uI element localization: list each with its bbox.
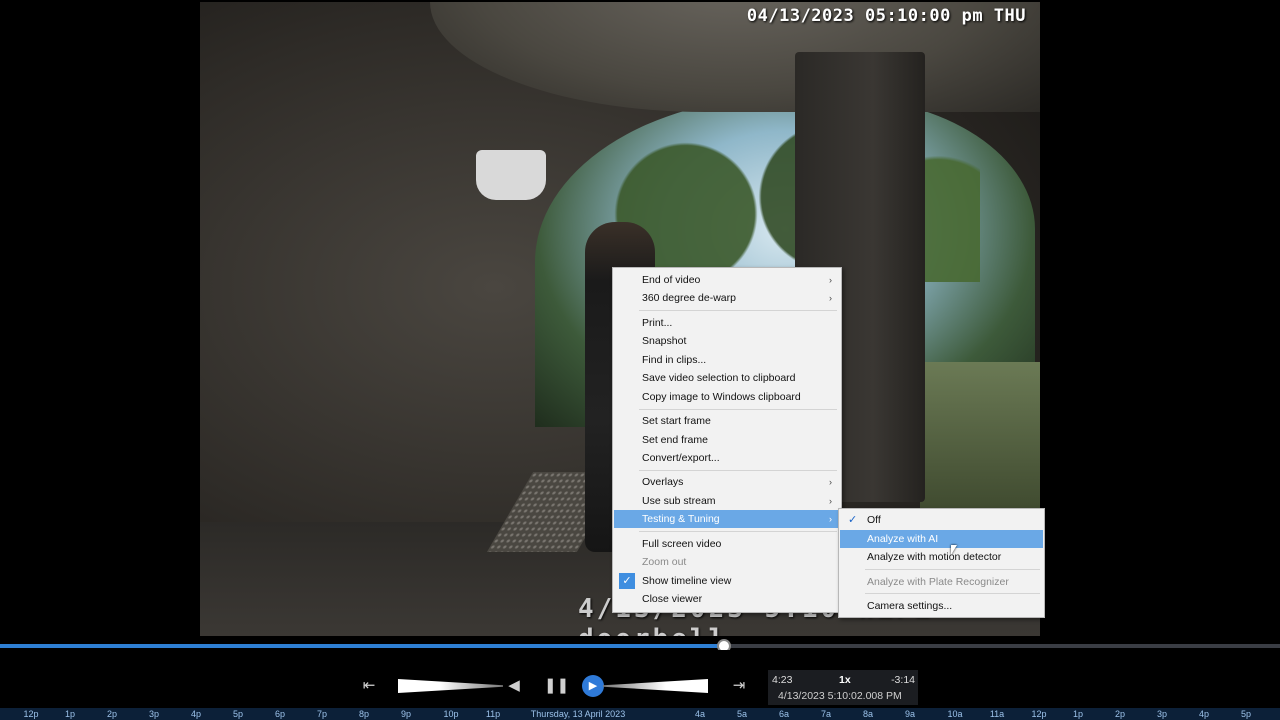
- menu-item-full-screen[interactable]: Full screen video: [614, 535, 840, 553]
- submenu-item-camera-settings[interactable]: Camera settings...: [840, 597, 1043, 615]
- timeline-tick-label: 4p: [190, 709, 202, 719]
- timeline-tick-label: 7a: [820, 709, 832, 719]
- menu-item-set-start-frame[interactable]: Set start frame: [614, 412, 840, 430]
- timeline-tick-label: 12p: [23, 709, 39, 719]
- step-back-icon[interactable]: ◀: [505, 678, 523, 694]
- remaining-time: -3:14: [891, 674, 915, 686]
- submenu-item-label: Off: [867, 514, 881, 526]
- timeline-tick-label: 11a: [989, 709, 1005, 719]
- pause-icon[interactable]: ❚❚: [544, 678, 569, 694]
- timeline-tick-label: 3p: [148, 709, 160, 719]
- menu-item-convert-export[interactable]: Convert/export...: [614, 449, 840, 467]
- timeline-tick-label: 8a: [862, 709, 874, 719]
- play-button[interactable]: ▶: [582, 675, 604, 697]
- mouse-cursor-icon: [951, 545, 957, 555]
- timeline-tick-label: 10a: [947, 709, 963, 719]
- menu-item-overlays[interactable]: Overlays ›: [614, 473, 840, 491]
- jump-to-end-icon[interactable]: ⇥: [730, 678, 748, 694]
- video-timestamp: 04/13/2023 05:10:00 pm THU: [746, 6, 1026, 26]
- timeline-tick-label: 6p: [274, 709, 286, 719]
- menu-item-close-viewer[interactable]: Close viewer: [614, 590, 840, 608]
- timeline-tick-label: 12p: [1031, 709, 1047, 719]
- timeline-tick-label: 9p: [400, 709, 412, 719]
- menu-separator: [639, 409, 837, 410]
- timeline-tick-label: 1p: [1072, 709, 1084, 719]
- timeline-tick-label: 2p: [106, 709, 118, 719]
- jump-to-start-icon[interactable]: ⇤: [360, 678, 378, 694]
- menu-item-testing-tuning[interactable]: Testing & Tuning ›: [614, 510, 840, 528]
- progress-fill: [0, 644, 725, 648]
- current-datetime: 4/13/2023 5:10:02.008 PM: [778, 690, 902, 702]
- submenu-item-analyze-plate: Analyze with Plate Recognizer: [867, 576, 1009, 588]
- timeline-tick-label: 3p: [1156, 709, 1168, 719]
- check-icon: ✓: [848, 514, 858, 526]
- elapsed-time: 4:23: [772, 674, 793, 686]
- menu-item-zoom-out: Zoom out: [642, 556, 687, 568]
- menu-item-save-selection[interactable]: Save video selection to clipboard: [614, 369, 840, 387]
- timeline-tick-label: 5a: [736, 709, 748, 719]
- timeline-tick-label: 6a: [778, 709, 790, 719]
- menu-item-dewarp[interactable]: 360 degree de-warp ›: [614, 289, 840, 307]
- menu-separator: [639, 470, 837, 471]
- timeline-bar[interactable]: 12p 1p 2p 3p 4p 5p 6p 7p 8p 9p 10p 11p Thursday, 13 …: [0, 708, 1280, 720]
- timeline-tick-label: 5p: [1240, 709, 1252, 719]
- time-display: 4:23 1x -3:14 4/13/2023 5:10:02.008 PM: [768, 670, 918, 705]
- timeline-tick-label: 4a: [694, 709, 706, 719]
- menu-item-find-in-clips[interactable]: Find in clips...: [614, 351, 840, 369]
- menu-item-copy-image[interactable]: Copy image to Windows clipboard: [614, 388, 840, 406]
- timeline-tick-label: 1p: [64, 709, 76, 719]
- menu-item-label: Testing & Tuning: [642, 513, 720, 525]
- menu-item-label: 360 degree de-warp: [642, 292, 736, 304]
- menu-separator: [865, 569, 1040, 570]
- timeline-tick-label: Thursday, 13 April 2023: [530, 709, 626, 719]
- menu-item-label: Use sub stream: [642, 495, 716, 507]
- timeline-tick-label: 8p: [358, 709, 370, 719]
- menu-separator: [639, 310, 837, 311]
- menu-separator: [865, 593, 1040, 594]
- chevron-right-icon: ›: [829, 514, 832, 524]
- video-lawn: [920, 362, 1040, 512]
- chevron-right-icon: ›: [829, 496, 832, 506]
- menu-item-snapshot[interactable]: Snapshot: [614, 332, 840, 350]
- timeline-tick-label: 7p: [316, 709, 328, 719]
- menu-item-print[interactable]: Print...: [614, 314, 840, 332]
- menu-item-end-of-video[interactable]: End of video ›: [614, 271, 840, 289]
- menu-item-label: End of video: [642, 274, 701, 286]
- context-menu: End of video › 360 degree de-warp › Print.…: [612, 267, 842, 613]
- timeline-tick-label: 2p: [1114, 709, 1126, 719]
- timeline-tick-label: 9a: [904, 709, 916, 719]
- playback-speed[interactable]: 1x: [839, 674, 851, 686]
- testing-tuning-submenu: ✓ Off Analyze with AI Analyze with motion…: [838, 508, 1045, 618]
- playback-progress-bar[interactable]: [0, 639, 1280, 653]
- submenu-item-analyze-motion[interactable]: Analyze with motion detector: [840, 548, 1043, 566]
- playback-controls: [0, 650, 1280, 706]
- menu-item-set-end-frame[interactable]: Set end frame: [614, 431, 840, 449]
- menu-item-show-timeline[interactable]: ✓ Show timeline view: [614, 572, 840, 590]
- timeline-tick-label: 5p: [232, 709, 244, 719]
- submenu-item-off[interactable]: ✓ Off: [840, 511, 1043, 529]
- chevron-right-icon: ›: [829, 293, 832, 303]
- menu-item-label: Overlays: [642, 476, 684, 488]
- security-camera: [476, 150, 546, 200]
- submenu-item-analyze-ai[interactable]: Analyze with AI: [840, 530, 1043, 548]
- chevron-right-icon: ›: [829, 275, 832, 285]
- check-icon: ✓: [619, 573, 635, 589]
- timeline-tick-label: 10p: [443, 709, 459, 719]
- menu-item-label: Show timeline view: [642, 575, 732, 587]
- chevron-right-icon: ›: [829, 477, 832, 487]
- timeline-tick-label: 11p: [485, 709, 501, 719]
- timeline-tick-label: 4p: [1198, 709, 1210, 719]
- menu-separator: [639, 531, 837, 532]
- menu-item-use-sub-stream[interactable]: Use sub stream ›: [614, 492, 840, 510]
